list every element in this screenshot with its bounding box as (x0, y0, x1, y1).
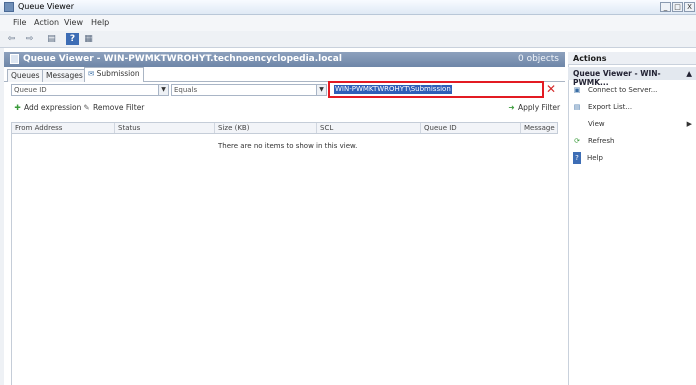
remove-filter-label: Remove Filter (93, 103, 145, 112)
action-view[interactable]: View ▶ (572, 118, 694, 130)
menu-file[interactable]: File (13, 18, 26, 27)
help-icon[interactable]: ? (66, 33, 79, 45)
column-scl[interactable]: SCL (316, 123, 420, 133)
object-count: 0 objects (517, 54, 559, 64)
action-label: Connect to Server... (588, 86, 658, 94)
add-expression-button[interactable]: ✚ Add expression (13, 102, 81, 113)
properties-icon[interactable]: ▦ (82, 33, 95, 45)
column-message-source[interactable]: Message S (520, 123, 558, 142)
refresh-icon: ⟳ (574, 137, 580, 145)
remove-filter-button[interactable]: ✎ Remove Filter (82, 102, 144, 113)
forward-icon[interactable]: ⇨ (23, 33, 36, 45)
action-connect-to-server[interactable]: ▣ Connect to Server... (572, 84, 658, 96)
filter-operator-value: Equals (174, 86, 198, 94)
submenu-arrow-icon: ▶ (686, 120, 692, 128)
action-label: Refresh (588, 137, 615, 145)
apply-filter-icon: ➜ (508, 103, 515, 112)
main-pane-header: Queue Viewer - WIN-PWMKTWROHYT.technoenc… (4, 52, 565, 67)
apply-filter-label: Apply Filter (518, 103, 561, 112)
remove-clause-icon[interactable]: ✕ (546, 82, 558, 96)
tab-submission-label: Submission (96, 69, 140, 78)
actions-header: Actions (568, 52, 696, 65)
left-border (0, 48, 4, 385)
console-tree-icon[interactable]: ▤ (45, 33, 58, 45)
server-icon: ▣ (573, 86, 581, 94)
column-status[interactable]: Status (114, 123, 214, 133)
action-label: Help (587, 154, 603, 162)
action-help[interactable]: ? Help (572, 152, 603, 164)
column-from-address[interactable]: From Address (12, 123, 114, 133)
menu-help[interactable]: Help (91, 18, 109, 27)
remove-filter-icon: ✎ (83, 103, 90, 112)
column-size[interactable]: Size (KB) (214, 123, 316, 133)
add-expression-label: Add expression (24, 103, 82, 112)
app-icon (4, 2, 14, 12)
filter-value-input[interactable]: WIN-PWMKTWROHYT\Submission (328, 81, 544, 98)
chevron-down-icon[interactable]: ▼ (158, 85, 168, 95)
tab-messages[interactable]: Messages (42, 69, 87, 82)
tab-queues[interactable]: Queues (7, 69, 44, 82)
action-export-list[interactable]: ▤ Export List... (572, 101, 632, 113)
grid-body[interactable] (11, 134, 558, 385)
action-refresh[interactable]: ⟳ Refresh (572, 135, 614, 147)
empty-message: There are no items to show in this view. (218, 142, 358, 150)
minimize-button[interactable]: _ (660, 2, 671, 12)
filter-field-dropdown[interactable]: Queue ID ▼ (11, 84, 169, 96)
menu-view[interactable]: View (64, 18, 83, 27)
collapse-icon[interactable]: ▲ (686, 69, 692, 78)
window-title: Queue Viewer (18, 2, 75, 11)
help-icon: ? (573, 152, 581, 164)
submission-tab-icon: ✉ (88, 69, 97, 78)
tab-submission[interactable]: ✉ Submission (84, 67, 144, 82)
export-icon: ▤ (573, 103, 581, 111)
add-icon: ✚ (14, 103, 21, 112)
apply-filter-button[interactable]: ➜ Apply Filter (507, 102, 560, 113)
actions-section-header[interactable]: Queue Viewer - WIN-PWMK... ▲ (568, 67, 696, 87)
action-label: Export List... (588, 103, 633, 111)
filter-operator-dropdown[interactable]: Equals ▼ (171, 84, 327, 96)
action-label: View (588, 120, 605, 128)
filter-field-value: Queue ID (14, 86, 47, 94)
title-bar (0, 0, 696, 15)
chevron-down-icon[interactable]: ▼ (316, 85, 326, 95)
back-icon[interactable]: ⇦ (5, 33, 18, 45)
main-pane-title: Queue Viewer - WIN-PWMKTWROHYT.technoenc… (23, 54, 342, 64)
close-button[interactable]: X (684, 2, 695, 12)
queue-viewer-icon (10, 54, 19, 64)
maximize-button[interactable]: □ (672, 2, 683, 12)
filter-value-text[interactable]: WIN-PWMKTWROHYT\Submission (334, 85, 452, 94)
menu-action[interactable]: Action (34, 18, 59, 27)
column-queue-id[interactable]: Queue ID (420, 123, 520, 133)
toolbar (0, 31, 696, 48)
